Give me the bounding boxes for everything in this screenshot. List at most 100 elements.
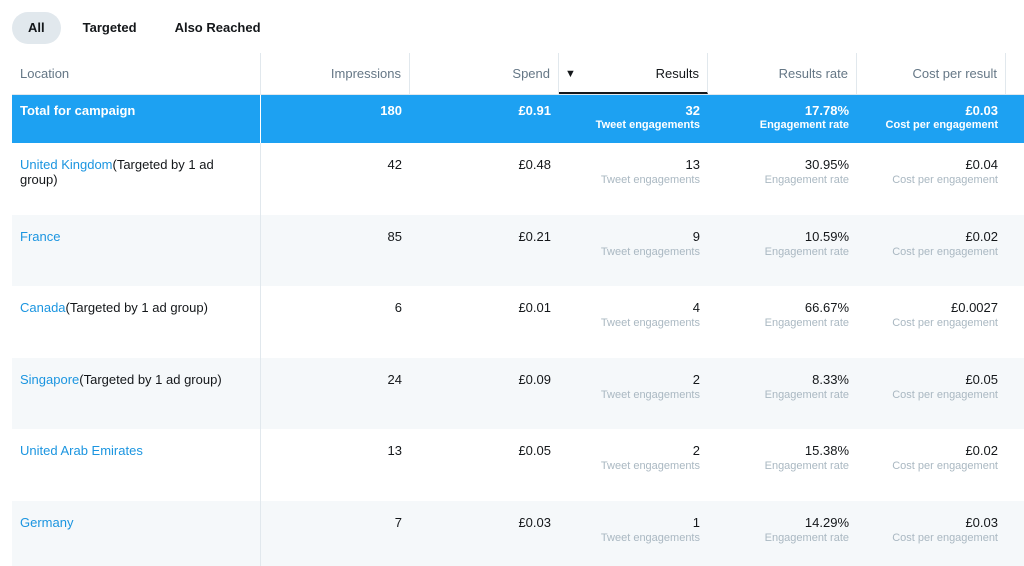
results-rate-label: Engagement rate — [764, 388, 849, 401]
cost-per-result-value: £0.03 — [965, 514, 998, 530]
results-rate-value: 15.38% — [804, 443, 849, 458]
table-row: United Kingdom(Targeted by 1 ad group) 4… — [12, 143, 1024, 215]
location-link[interactable]: United Arab Emirates — [20, 443, 143, 458]
targeting-note: (Targeted by 1 ad group) — [79, 371, 222, 387]
cost-per-result-label: Cost per engagement — [892, 388, 998, 401]
column-header-spend[interactable]: Spend — [410, 53, 559, 94]
results-cell: 2 Tweet engagements — [559, 429, 708, 501]
cost-per-result-value: £0.02 — [965, 228, 998, 244]
impressions-cell: 85 — [387, 228, 402, 244]
cost-per-result-cell: £0.02 Cost per engagement — [857, 429, 1006, 501]
total-results: 32 Tweet engagements — [559, 95, 708, 143]
impressions-cell: 7 — [394, 514, 402, 530]
cost-per-result-cell: £0.02 Cost per engagement — [857, 215, 1006, 287]
results-label: Tweet engagements — [600, 174, 700, 186]
table-row: France 85 £0.21 9 Tweet engagements 10.5… — [12, 214, 1024, 287]
results-rate-label: Engagement rate — [764, 460, 849, 472]
spend-cell: £0.03 — [518, 514, 551, 530]
targeting-note: (Targeted by 1 ad group) — [65, 300, 208, 315]
tab-also-reached[interactable]: Also Reached — [159, 12, 277, 44]
spend-cell: £0.05 — [518, 443, 551, 458]
results-cell: 4 Tweet engagements — [559, 286, 708, 358]
results-rate-value: 14.29% — [804, 514, 849, 530]
results-rate-cell: 14.29% Engagement rate — [708, 501, 857, 566]
table-header-row: Location Impressions Spend ▼ Results Res… — [12, 53, 1024, 95]
cost-per-result-cell: £0.0027 Cost per engagement — [857, 286, 1006, 358]
results-value: 1 — [692, 514, 700, 530]
total-cost-per-result: £0.03 Cost per engagement — [857, 95, 1006, 143]
location-cell: Germany — [12, 500, 261, 566]
cost-per-result-label: Cost per engagement — [892, 460, 998, 472]
results-cell: 13 Tweet engagements — [559, 143, 708, 215]
location-cell: United Arab Emirates — [12, 429, 261, 501]
column-header-results-rate[interactable]: Results rate — [708, 53, 857, 94]
impressions-cell: 42 — [387, 157, 402, 172]
results-rate-label: Engagement rate — [764, 245, 849, 258]
results-rate-cell: 30.95% Engagement rate — [708, 143, 857, 215]
cost-per-result-value: £0.0027 — [951, 300, 998, 315]
total-results-label: Tweet engagements — [595, 119, 700, 131]
results-rate-value: 30.95% — [804, 157, 849, 172]
results-label: Tweet engagements — [600, 531, 700, 544]
location-link[interactable]: Singapore — [20, 372, 79, 387]
results-rate-value: 10.59% — [804, 228, 849, 244]
table-row: United Arab Emirates 13 £0.05 2 Tweet en… — [12, 429, 1024, 501]
results-label: Tweet engagements — [600, 388, 700, 401]
cost-per-result-label: Cost per engagement — [892, 317, 998, 329]
table-row: Canada(Targeted by 1 ad group) 6 £0.01 4… — [12, 286, 1024, 358]
total-results-rate-value: 17.78% — [804, 103, 849, 118]
spend-cell: £0.09 — [518, 371, 551, 387]
column-header-impressions[interactable]: Impressions — [261, 53, 410, 94]
results-rate-label: Engagement rate — [764, 317, 849, 329]
cost-per-result-cell: £0.05 Cost per engagement — [857, 358, 1006, 430]
cost-per-result-label: Cost per engagement — [892, 531, 998, 544]
location-cell: Canada(Targeted by 1 ad group) — [12, 286, 261, 358]
table-body: United Kingdom(Targeted by 1 ad group) 4… — [12, 143, 1024, 566]
results-cell: 2 Tweet engagements — [559, 358, 708, 430]
results-label: Tweet engagements — [600, 245, 700, 258]
column-header-location[interactable]: Location — [12, 53, 261, 94]
location-link[interactable]: France — [20, 229, 60, 244]
cost-per-result-value: £0.04 — [965, 157, 998, 172]
total-results-value: 32 — [685, 103, 700, 118]
results-value: 4 — [692, 300, 700, 315]
column-header-results-label: Results — [655, 66, 699, 81]
total-location: Total for campaign — [12, 95, 261, 143]
spend-cell: £0.48 — [518, 157, 551, 172]
cost-per-result-label: Cost per engagement — [892, 245, 998, 258]
results-rate-label: Engagement rate — [764, 174, 849, 186]
location-link[interactable]: Canada — [20, 300, 66, 315]
cost-per-result-cell: £0.03 Cost per engagement — [857, 501, 1006, 566]
spend-cell: £0.21 — [518, 228, 551, 244]
location-filter-tabs: All Targeted Also Reached — [12, 12, 283, 44]
location-link[interactable]: Germany — [20, 515, 73, 530]
results-cell: 1 Tweet engagements — [559, 501, 708, 566]
cost-per-result-value: £0.02 — [965, 443, 998, 458]
impressions-cell: 13 — [387, 443, 402, 458]
location-cell: Singapore(Targeted by 1 ad group) — [12, 357, 261, 429]
tab-targeted[interactable]: Targeted — [67, 12, 153, 44]
total-cost-per-result-label: Cost per engagement — [885, 119, 998, 131]
caret-down-icon: ▼ — [565, 68, 576, 80]
results-rate-label: Engagement rate — [764, 531, 849, 544]
results-rate-cell: 66.67% Engagement rate — [708, 286, 857, 358]
results-rate-cell: 8.33% Engagement rate — [708, 358, 857, 430]
location-cell: United Kingdom(Targeted by 1 ad group) — [12, 143, 261, 215]
cost-per-result-label: Cost per engagement — [892, 174, 998, 186]
location-results-table: Location Impressions Spend ▼ Results Res… — [12, 53, 1024, 566]
total-results-rate-label: Engagement rate — [759, 119, 849, 131]
impressions-cell: 24 — [387, 371, 402, 387]
results-cell: 9 Tweet engagements — [559, 215, 708, 287]
total-results-rate: 17.78% Engagement rate — [708, 95, 857, 143]
results-value: 2 — [692, 371, 700, 387]
tab-all[interactable]: All — [12, 12, 61, 44]
total-cost-per-result-value: £0.03 — [965, 103, 998, 118]
results-rate-value: 8.33% — [812, 371, 849, 387]
total-row: Total for campaign 180 £0.91 32 Tweet en… — [12, 95, 1024, 143]
results-rate-value: 66.67% — [804, 300, 849, 315]
location-cell: France — [12, 214, 261, 286]
cost-per-result-value: £0.05 — [965, 371, 998, 387]
location-link[interactable]: United Kingdom — [20, 157, 113, 172]
column-header-cost-per-result[interactable]: Cost per result — [857, 53, 1006, 94]
column-header-results[interactable]: ▼ Results — [559, 53, 708, 94]
